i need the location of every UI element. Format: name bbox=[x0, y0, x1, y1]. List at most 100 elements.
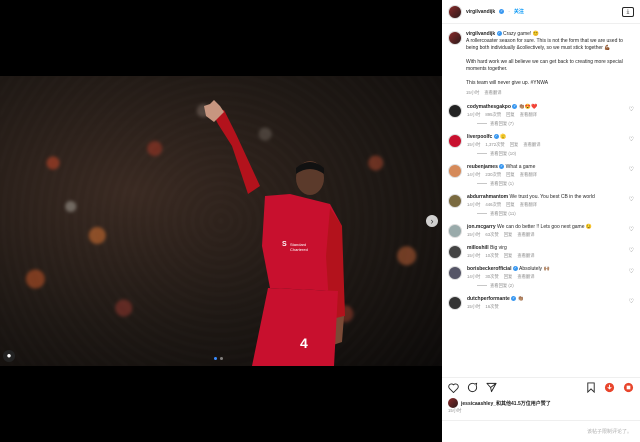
comment-like-heart-icon[interactable]: ♡ bbox=[629, 298, 634, 305]
comment-reply-link[interactable]: 回复 bbox=[506, 202, 515, 207]
next-image-button[interactable]: › bbox=[426, 215, 438, 227]
follow-button[interactable]: 关注 bbox=[514, 8, 524, 15]
user-tags-icon[interactable]: ● bbox=[3, 350, 15, 362]
view-replies-link[interactable]: 查看回复 (10) bbox=[442, 151, 640, 160]
share-icon[interactable] bbox=[486, 382, 497, 393]
comment-reply-link[interactable]: 回复 bbox=[504, 253, 513, 258]
commenter-username[interactable]: jon.mcgarry bbox=[467, 224, 496, 230]
comment-item: jon.mcgarry We can do better !! Lets goo… bbox=[442, 220, 640, 241]
comment-like-heart-icon[interactable]: ♡ bbox=[629, 166, 634, 173]
commenter-username[interactable]: reubenjames bbox=[467, 164, 498, 170]
liker-avatar bbox=[448, 398, 458, 408]
caption-translate-link[interactable]: 查看翻译 bbox=[484, 90, 501, 95]
media-area: S Standard Chartered 4 › ● bbox=[0, 0, 442, 442]
commenter-username[interactable]: liverpoolfc bbox=[467, 134, 492, 140]
comment-translate-link[interactable]: 查看翻译 bbox=[520, 202, 537, 207]
carousel-dot-1 bbox=[214, 357, 217, 360]
comment-meta: 14小时 30次赞 回复 查看翻译 bbox=[467, 274, 634, 280]
likes-summary[interactable]: jessicaashley_和其他41.5万位用户赞了 bbox=[448, 398, 551, 408]
commenter-avatar[interactable] bbox=[448, 266, 462, 280]
comment-time: 14小时 bbox=[467, 274, 481, 279]
comment-text: We trust you. You best CB in the world bbox=[509, 194, 595, 200]
verified-badge-icon: ✓ bbox=[499, 9, 505, 14]
commenter-username[interactable]: abdurrahmantom bbox=[467, 194, 508, 200]
comment-icon[interactable] bbox=[467, 382, 478, 393]
author-avatar[interactable] bbox=[448, 4, 462, 19]
comment-item: liverpoolfc ✓ 🫡 15小时 1,372次赞 回复 查看翻译 ♡ 查看回复 (1… bbox=[442, 130, 640, 160]
commenter-avatar[interactable] bbox=[448, 224, 462, 238]
comment-likes[interactable]: 1,372次赞 bbox=[485, 142, 504, 147]
commenter-username[interactable]: dutchperformante bbox=[467, 296, 510, 302]
comment-translate-link[interactable]: 查看翻译 bbox=[517, 253, 534, 258]
likes-text: jessicaashley_和其他41.5万位用户赞了 bbox=[461, 400, 551, 407]
comment-meta: 14小时 895次赞 回复 查看翻译 bbox=[467, 112, 634, 118]
comment-reply-link[interactable]: 回复 bbox=[504, 232, 513, 237]
commenter-username[interactable]: borisbeckerofficial bbox=[467, 266, 511, 272]
comment-like-heart-icon[interactable]: ♡ bbox=[629, 196, 634, 203]
comment-translate-link[interactable]: 查看翻译 bbox=[520, 172, 537, 177]
comment-likes[interactable]: 230次赞 bbox=[485, 172, 501, 177]
comment-reply-link[interactable]: 回复 bbox=[504, 274, 513, 279]
comment-reply-link[interactable]: 回复 bbox=[506, 172, 515, 177]
comment-like-heart-icon[interactable]: ♡ bbox=[629, 247, 634, 254]
commenter-avatar[interactable] bbox=[448, 134, 462, 148]
author-username[interactable]: virgilvandijk bbox=[466, 9, 495, 15]
caption-line-4-text: This team will never give up. #YNWA bbox=[466, 80, 549, 86]
verified-badge-icon: ✓ bbox=[493, 134, 499, 140]
download-icon[interactable]: ⤓ bbox=[622, 6, 634, 17]
comment-time: 15小时 bbox=[467, 232, 481, 237]
view-replies-link[interactable]: 查看回复 (11) bbox=[442, 211, 640, 220]
bookmark-icon[interactable] bbox=[585, 382, 596, 393]
comment-item: borisbeckerofficial ✓ Absolutely 🙌🏽 14小时 3… bbox=[442, 262, 640, 292]
verified-badge-icon: ✓ bbox=[512, 104, 518, 110]
commenter-avatar[interactable] bbox=[448, 194, 462, 208]
comment-likes[interactable]: 16次赞 bbox=[485, 304, 498, 309]
caption-line-4: This team will never give up. #YNWA bbox=[466, 80, 634, 87]
comment-like-heart-icon[interactable]: ♡ bbox=[629, 136, 634, 143]
comment-like-heart-icon[interactable]: ♡ bbox=[629, 268, 634, 275]
comment-translate-link[interactable]: 查看翻译 bbox=[520, 112, 537, 117]
comment-likes[interactable]: 63次赞 bbox=[485, 232, 498, 237]
commenter-avatar[interactable] bbox=[448, 296, 462, 310]
commenter-avatar[interactable] bbox=[448, 245, 462, 259]
view-replies-link[interactable]: 查看回复 (1) bbox=[442, 181, 640, 190]
svg-text:Chartered: Chartered bbox=[290, 247, 308, 252]
caption-username[interactable]: virgilvandijk bbox=[466, 31, 495, 37]
comment-meta: 15小时 1,372次赞 回复 查看翻译 bbox=[467, 142, 634, 148]
caption-avatar[interactable] bbox=[448, 31, 462, 45]
comment-likes[interactable]: 895次赞 bbox=[485, 112, 501, 117]
commenter-username[interactable]: milloshill bbox=[467, 245, 489, 251]
comment-reply-link[interactable]: 回复 bbox=[506, 112, 515, 117]
commenter-username[interactable]: codymathesgakpo bbox=[467, 104, 511, 110]
comment-meta: 15小时 63次赞 回复 查看翻译 bbox=[467, 232, 634, 238]
verified-badge-icon: ✓ bbox=[496, 31, 502, 37]
comment-meta: 14小时 230次赞 回复 查看翻译 bbox=[467, 172, 634, 178]
comment-likes[interactable]: 30次赞 bbox=[485, 274, 498, 279]
comment-item: milloshill Big virg 15小时 10次赞 回复 查看翻译 ♡ bbox=[442, 241, 640, 262]
comment-translate-link[interactable]: 查看翻译 bbox=[517, 274, 534, 279]
comment-like-heart-icon[interactable]: ♡ bbox=[629, 226, 634, 233]
heart-icon[interactable] bbox=[448, 382, 459, 393]
svg-text:4: 4 bbox=[300, 335, 308, 351]
comment-translate-link[interactable]: 查看翻译 bbox=[523, 142, 540, 147]
comment-time: 14小时 bbox=[467, 112, 481, 117]
comment-reply-link[interactable]: 回复 bbox=[510, 142, 519, 147]
comment-meta: 15小时 10次赞 回复 查看翻译 bbox=[467, 253, 634, 259]
post-photo[interactable]: S Standard Chartered 4 bbox=[0, 76, 442, 366]
instagram-post-view: S Standard Chartered 4 › ● virgilvandijk… bbox=[0, 0, 640, 442]
comment-likes[interactable]: 446次赞 bbox=[485, 202, 501, 207]
commenter-avatar[interactable] bbox=[448, 104, 462, 118]
comments-scroll-area[interactable]: virgilvandijk ✓ Crazy game! 😵‍💫 A rollerc… bbox=[442, 25, 640, 375]
comment-item: codymathesgakpo ✓ 👏🏽😍❤️ 14小时 895次赞 回复 查看翻译 ♡ 查… bbox=[442, 100, 640, 130]
stop-icon[interactable] bbox=[623, 382, 634, 393]
comment-like-heart-icon[interactable]: ♡ bbox=[629, 106, 634, 113]
comment-text: Absolutely 🙌🏽 bbox=[518, 266, 550, 272]
comment-translate-link[interactable]: 查看翻译 bbox=[517, 232, 534, 237]
view-replies-link[interactable]: 查看回复 (7) bbox=[442, 121, 640, 130]
view-replies-link[interactable]: 查看回复 (2) bbox=[442, 283, 640, 292]
comment-meta: 14小时 446次赞 回复 查看翻译 bbox=[467, 202, 634, 208]
commenter-avatar[interactable] bbox=[448, 164, 462, 178]
record-icon[interactable] bbox=[604, 382, 615, 393]
comment-likes[interactable]: 10次赞 bbox=[485, 253, 498, 258]
header-separator: · bbox=[508, 8, 510, 15]
